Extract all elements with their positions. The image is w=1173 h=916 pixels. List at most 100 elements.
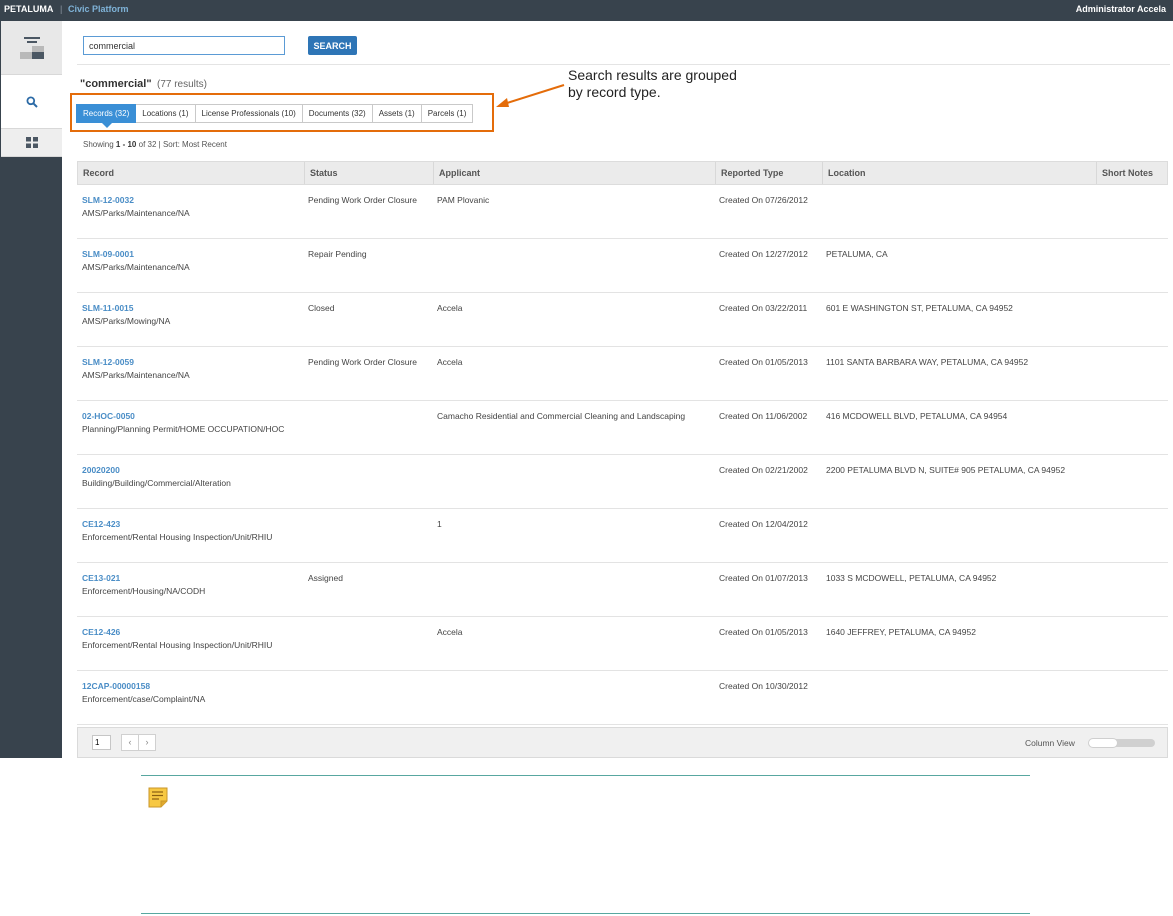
table-row[interactable]: SLM-11-0015 AMS/Parks/Mowing/NA Closed Acce… — [77, 293, 1168, 347]
table-row[interactable]: CE12-426 Enforcement/Rental Housing Inspe… — [77, 617, 1168, 671]
tab-assets[interactable]: Assets (1) — [372, 104, 422, 123]
tab-license-professionals[interactable]: License Professionals (10) — [195, 104, 303, 123]
status-cell: Repair Pending — [308, 249, 367, 259]
column-header-short-notes[interactable]: Short Notes — [1097, 162, 1169, 184]
table-row[interactable]: SLM-12-0032 AMS/Parks/Maintenance/NA Pendi… — [77, 185, 1168, 239]
table-row[interactable]: 02-HOC-0050 Planning/Planning Permit/HOME… — [77, 401, 1168, 455]
search-button[interactable]: SEARCH — [308, 36, 357, 55]
record-id-link[interactable]: CE12-426 — [82, 627, 272, 637]
record-cell: SLM-12-0032 AMS/Parks/Maintenance/NA — [82, 195, 190, 218]
tab-documents[interactable]: Documents (32) — [302, 104, 373, 123]
record-type: Enforcement/Rental Housing Inspection/Un… — [82, 532, 273, 542]
table-row[interactable]: 12CAP-00000158 Enforcement/case/Complaint… — [77, 671, 1168, 725]
status-cell: Pending Work Order Closure — [308, 195, 417, 205]
column-header-status[interactable]: Status — [305, 162, 434, 184]
prev-page-button[interactable]: ‹ — [122, 735, 138, 750]
reported-cell: Created On 07/26/2012 — [719, 195, 808, 205]
applicant-cell: Accela — [437, 627, 463, 637]
record-cell: CE12-423 Enforcement/Rental Housing Inspe… — [82, 519, 272, 542]
tab-parcels[interactable]: Parcels (1) — [421, 104, 474, 123]
applicant-cell: Accela — [437, 357, 463, 367]
location-cell: 1101 SANTA BARBARA WAY, PETALUMA, CA 949… — [826, 357, 1029, 367]
record-id-link[interactable]: SLM-12-0032 — [82, 195, 190, 205]
note-icon — [148, 787, 168, 808]
showing-sort[interactable]: of 32 | Sort: Most Recent — [139, 140, 227, 149]
record-cell: 20020200 Building/Building/Commercial/Alt… — [82, 465, 231, 488]
record-id-link[interactable]: SLM-11-0015 — [82, 303, 170, 313]
nav-dashboard[interactable] — [1, 21, 62, 75]
record-type: Enforcement/Housing/NA/CODH — [82, 586, 206, 596]
table-row[interactable]: CE12-423 Enforcement/Rental Housing Inspe… — [77, 509, 1168, 563]
page-number-input[interactable] — [92, 735, 111, 750]
user-menu[interactable]: Administrator Accela — [1076, 4, 1166, 14]
column-header-record[interactable]: Record — [78, 162, 305, 184]
reported-cell: Created On 01/05/2013 — [719, 627, 808, 637]
record-cell: 12CAP-00000158 Enforcement/case/Complaint… — [82, 681, 205, 704]
nav-apps[interactable] — [1, 129, 62, 157]
nav-search[interactable] — [1, 75, 62, 129]
reported-cell: Created On 10/30/2012 — [719, 681, 808, 691]
location-cell: 601 E WASHINGTON ST, PETALUMA, CA 94952 — [826, 303, 1013, 313]
record-id-link[interactable]: 20020200 — [82, 465, 231, 475]
active-tab-pointer — [102, 123, 112, 128]
note-top-border — [141, 775, 1030, 776]
search-input[interactable] — [83, 36, 285, 55]
record-type: Enforcement/case/Complaint/NA — [82, 694, 206, 704]
reported-cell: Created On 01/07/2013 — [719, 573, 808, 583]
reported-cell: Created On 01/05/2013 — [719, 357, 808, 367]
applicant-cell: 1 — [437, 519, 442, 529]
callout-text: Search results are grouped by record typ… — [568, 67, 737, 101]
table-body: SLM-12-0032 AMS/Parks/Maintenance/NA Pendi… — [77, 185, 1168, 725]
apps-grid-icon — [25, 137, 38, 148]
status-cell: Assigned — [308, 573, 343, 583]
record-type: Building/Building/Commercial/Alteration — [82, 478, 231, 488]
record-cell: SLM-09-0001 AMS/Parks/Maintenance/NA — [82, 249, 190, 272]
top-bar: PETALUMA | Civic Platform Administrator … — [0, 0, 1173, 21]
column-header-applicant[interactable]: Applicant — [434, 162, 716, 184]
next-page-button[interactable]: › — [138, 735, 155, 750]
results-query: "commercial" — [80, 78, 152, 90]
table-row[interactable]: CE13-021 Enforcement/Housing/NA/CODH Assig… — [77, 563, 1168, 617]
record-id-link[interactable]: 02-HOC-0050 — [82, 411, 284, 421]
table-row[interactable]: SLM-12-0059 AMS/Parks/Maintenance/NA Pendi… — [77, 347, 1168, 401]
record-cell: CE13-021 Enforcement/Housing/NA/CODH — [82, 573, 205, 596]
record-cell: 02-HOC-0050 Planning/Planning Permit/HOME… — [82, 411, 284, 434]
table-row[interactable]: SLM-09-0001 AMS/Parks/Maintenance/NA Repai… — [77, 239, 1168, 293]
table-header: Record Status Applicant Reported Type Locati… — [77, 161, 1168, 185]
brand-label[interactable]: PETALUMA — [4, 4, 53, 14]
reported-cell: Created On 11/06/2002 — [719, 411, 808, 421]
column-header-reported-type[interactable]: Reported Type — [716, 162, 823, 184]
reported-cell: Created On 02/21/2002 — [719, 465, 808, 475]
location-cell: 1033 S MCDOWELL, PETALUMA, CA 94952 — [826, 573, 997, 583]
record-id-link[interactable]: CE13-021 — [82, 573, 205, 583]
location-cell: PETALUMA, CA — [826, 249, 888, 259]
showing-status: Showing 1 - 10 of 32 | Sort: Most Recent — [83, 140, 227, 149]
tab-records[interactable]: Records (32) — [76, 104, 137, 123]
left-nav — [0, 21, 62, 758]
applicant-cell: Camacho Residential and Commercial Clean… — [437, 411, 686, 421]
platform-label[interactable]: Civic Platform — [68, 4, 129, 14]
toggle-knob[interactable] — [1088, 738, 1118, 748]
callout-line-2: by record type. — [568, 84, 661, 100]
dashboard-icon — [19, 36, 44, 59]
column-header-location[interactable]: Location — [823, 162, 1097, 184]
record-type: AMS/Parks/Maintenance/NA — [82, 208, 190, 218]
note-bottom-border — [141, 913, 1030, 914]
result-type-tabs: Records (32) Locations (1) License Profess… — [76, 104, 474, 123]
callout-line-1: Search results are grouped — [568, 67, 737, 83]
record-id-link[interactable]: SLM-09-0001 — [82, 249, 190, 259]
location-cell: 416 MCDOWELL BLVD, PETALUMA, CA 94954 — [826, 411, 1008, 421]
record-type: Enforcement/Rental Housing Inspection/Un… — [82, 640, 273, 650]
table-row[interactable]: 20020200 Building/Building/Commercial/Alt… — [77, 455, 1168, 509]
reported-cell: Created On 12/04/2012 — [719, 519, 808, 529]
record-type: AMS/Parks/Mowing/NA — [82, 316, 171, 326]
record-id-link[interactable]: CE12-423 — [82, 519, 272, 529]
tab-locations[interactable]: Locations (1) — [136, 104, 196, 123]
column-view-toggle[interactable] — [1088, 738, 1155, 748]
applicant-cell: Accela — [437, 303, 463, 313]
record-cell: SLM-11-0015 AMS/Parks/Mowing/NA — [82, 303, 170, 326]
record-id-link[interactable]: SLM-12-0059 — [82, 357, 190, 367]
brand-separator: | — [60, 4, 63, 14]
record-id-link[interactable]: 12CAP-00000158 — [82, 681, 205, 691]
divider — [77, 64, 1170, 65]
